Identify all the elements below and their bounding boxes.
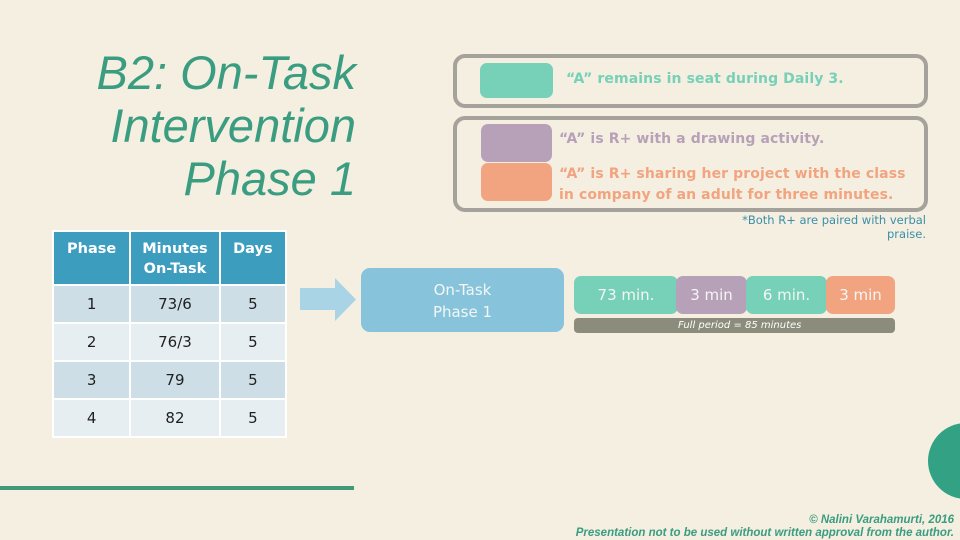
header-days: Days: [218, 230, 288, 286]
cell-minutes: 79: [129, 360, 221, 400]
table-row: 3 79 5: [51, 360, 288, 400]
copyright-text: © Nalini Varahamurti, 2016: [809, 514, 954, 526]
title-line: B2: On-Task: [96, 46, 357, 99]
cell-minutes: 82: [129, 398, 221, 438]
cell-days: 5: [218, 322, 288, 362]
title-line: Phase 1: [183, 152, 356, 205]
phase-table: Phase Minutes On-Task Days 1 73/6 5 2 76…: [51, 230, 288, 438]
table-row: 2 76/3 5: [51, 322, 288, 362]
title-line: Intervention: [110, 99, 356, 152]
timeline-block-sharing: 3 min: [826, 276, 895, 314]
cell-phase: 1: [51, 284, 132, 324]
header-phase: Phase: [51, 230, 132, 286]
legend-text-drawing: “A” is R+ with a drawing activity.: [559, 131, 825, 147]
cell-days: 5: [218, 284, 288, 324]
cell-minutes: 76/3: [129, 322, 221, 362]
decorative-circle: [928, 423, 960, 499]
full-period-bar: Full period = 85 minutes: [574, 318, 895, 333]
timeline-block-drawing: 3 min: [676, 276, 747, 314]
legend-text-on-task: “A” remains in seat during Daily 3.: [566, 71, 844, 87]
table-header-row: Phase Minutes On-Task Days: [51, 230, 288, 286]
legend-swatch-purple: [481, 124, 552, 162]
table-row: 1 73/6 5: [51, 284, 288, 324]
legend-swatch-teal: [480, 63, 553, 98]
cell-phase: 3: [51, 360, 132, 400]
right-arrow-icon: [300, 278, 356, 321]
timeline-block-on-task-2: 6 min.: [746, 276, 827, 314]
cell-phase: 4: [51, 398, 132, 438]
cell-days: 5: [218, 360, 288, 400]
footer: © Nalini Varahamurti, 2016 Presentation …: [576, 514, 954, 540]
phase-box-line1: On-Task: [433, 281, 492, 299]
header-minutes-on-task: Minutes On-Task: [129, 230, 221, 286]
timeline-block-on-task: 73 min.: [574, 276, 678, 314]
table-row: 4 82 5: [51, 398, 288, 438]
decorative-divider: [0, 486, 354, 490]
legend-text-sharing: “A” is R+ sharing her project with the c…: [559, 166, 906, 203]
phase-box-line2: Phase 1: [432, 303, 493, 321]
legend-swatch-orange: [481, 163, 552, 201]
legend-note: *Both R+ are paired with verbal praise.: [742, 213, 926, 241]
cell-days: 5: [218, 398, 288, 438]
header-minutes-on-task-label: Minutes On-Task: [142, 241, 208, 277]
cell-phase: 2: [51, 322, 132, 362]
phase-box: On-Task Phase 1: [361, 268, 564, 332]
usage-notice: Presentation not to be used without writ…: [575, 527, 954, 539]
slide-title: B2: On-Task Intervention Phase 1: [40, 46, 357, 205]
cell-minutes: 73/6: [129, 284, 221, 324]
